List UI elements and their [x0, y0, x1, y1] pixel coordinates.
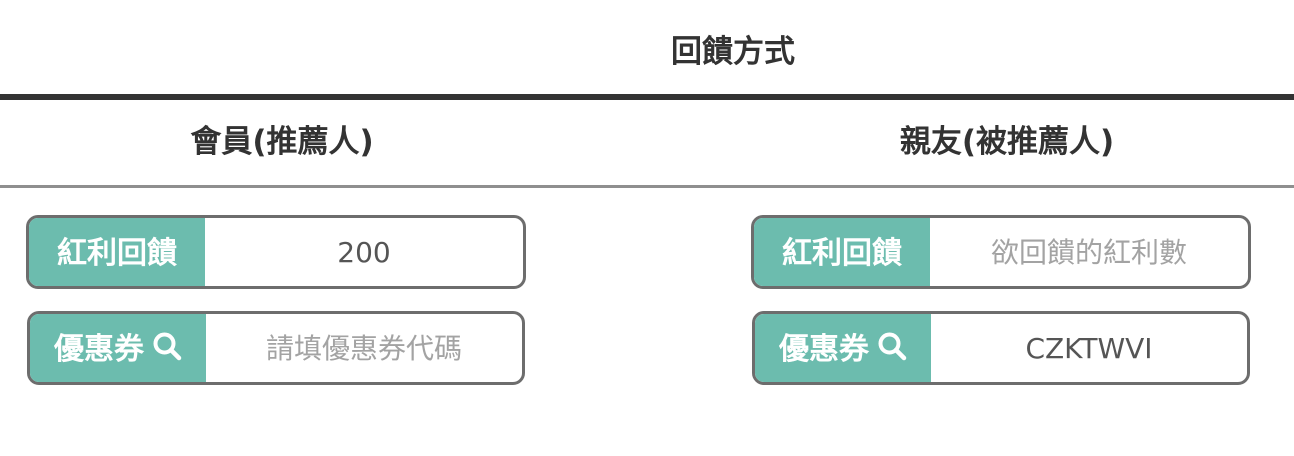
- friend-bonus-input[interactable]: [930, 218, 1248, 286]
- friend-coupon-search-button[interactable]: 優惠券: [755, 314, 931, 382]
- member-bonus-label: 紅利回饋: [29, 218, 205, 286]
- member-bonus-label-text: 紅利回饋: [57, 236, 177, 271]
- title-divider: [0, 94, 1294, 100]
- search-icon[interactable]: [152, 331, 182, 361]
- search-icon[interactable]: [877, 331, 907, 361]
- friend-coupon-label-text: 優惠券: [779, 332, 869, 367]
- member-coupon-label-text: 優惠券: [54, 332, 144, 367]
- heading-divider: [0, 185, 1294, 188]
- friend-column-heading: 親友(被推薦人): [899, 124, 1115, 160]
- friend-bonus-label: 紅利回饋: [754, 218, 930, 286]
- friend-bonus-field: 紅利回饋: [751, 215, 1251, 289]
- member-coupon-input[interactable]: [206, 314, 522, 382]
- friend-coupon-field: 優惠券: [752, 311, 1250, 385]
- friend-bonus-label-text: 紅利回饋: [782, 236, 902, 271]
- member-bonus-input[interactable]: [205, 218, 523, 286]
- page-title: 回饋方式: [671, 34, 795, 70]
- friend-coupon-input[interactable]: [931, 314, 1247, 382]
- member-bonus-field: 紅利回饋: [26, 215, 526, 289]
- member-coupon-field: 優惠券: [27, 311, 525, 385]
- member-coupon-search-button[interactable]: 優惠券: [30, 314, 206, 382]
- member-column-heading: 會員(推薦人): [190, 124, 374, 160]
